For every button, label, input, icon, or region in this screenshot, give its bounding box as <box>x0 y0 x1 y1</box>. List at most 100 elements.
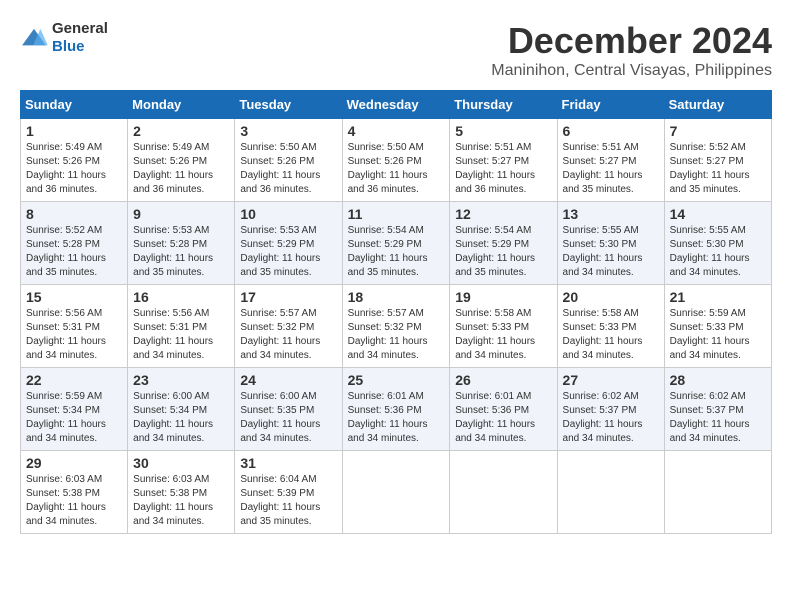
calendar-cell <box>557 451 664 534</box>
weekday-header-tuesday: Tuesday <box>235 91 342 119</box>
calendar-cell: 21 Sunrise: 5:59 AMSunset: 5:33 PMDayligh… <box>664 285 771 368</box>
day-info: Sunrise: 5:52 AMSunset: 5:28 PMDaylight:… <box>26 224 122 280</box>
day-number: 24 <box>240 372 336 388</box>
weekday-header-saturday: Saturday <box>664 91 771 119</box>
day-number: 22 <box>26 372 122 388</box>
calendar-week-2: 8 Sunrise: 5:52 AMSunset: 5:28 PMDaylight… <box>21 202 772 285</box>
calendar-cell: 9Sunrise: 5:53 AMSunset: 5:28 PMDaylight… <box>128 202 235 285</box>
day-info: Sunrise: 5:49 AMSunset: 5:26 PMDaylight:… <box>26 141 122 197</box>
calendar-cell: 17Sunrise: 5:57 AMSunset: 5:32 PMDayligh… <box>235 285 342 368</box>
page-header: General Blue December 2024 Maninihon, Ce… <box>20 20 772 80</box>
calendar-cell: 4 Sunrise: 5:50 AMSunset: 5:26 PMDaylight… <box>342 119 450 202</box>
day-number: 16 <box>133 289 229 305</box>
day-number: 26 <box>455 372 551 388</box>
weekday-header-thursday: Thursday <box>450 91 557 119</box>
calendar-cell: 23 Sunrise: 6:00 AMSunset: 5:34 PMDayligh… <box>128 368 235 451</box>
calendar-cell: 2 Sunrise: 5:49 AMSunset: 5:26 PMDaylight… <box>128 119 235 202</box>
day-info: Sunrise: 5:55 AMSunset: 5:30 PMDaylight:… <box>563 224 659 280</box>
weekday-header-sunday: Sunday <box>21 91 128 119</box>
calendar-cell: 7 Sunrise: 5:52 AMSunset: 5:27 PMDaylight… <box>664 119 771 202</box>
calendar-cell: 29 Sunrise: 6:03 AMSunset: 5:38 PMDayligh… <box>21 451 128 534</box>
day-info: Sunrise: 5:58 AMSunset: 5:33 PMDaylight:… <box>455 307 551 363</box>
day-info: Sunrise: 6:00 AMSunset: 5:34 PMDaylight:… <box>133 390 229 446</box>
calendar-cell: 1 Sunrise: 5:49 AMSunset: 5:26 PMDaylight… <box>21 119 128 202</box>
calendar-cell: 14Sunrise: 5:55 AMSunset: 5:30 PMDayligh… <box>664 202 771 285</box>
day-number: 20 <box>563 289 659 305</box>
day-info: Sunrise: 6:04 AMSunset: 5:39 PMDaylight:… <box>240 473 336 529</box>
calendar-week-1: 1 Sunrise: 5:49 AMSunset: 5:26 PMDaylight… <box>21 119 772 202</box>
day-number: 19 <box>455 289 551 305</box>
day-info: Sunrise: 5:56 AMSunset: 5:31 PMDaylight:… <box>133 307 229 363</box>
day-number: 23 <box>133 372 229 388</box>
location-title: Maninihon, Central Visayas, Philippines <box>491 62 772 80</box>
weekday-header-friday: Friday <box>557 91 664 119</box>
calendar-cell: 15 Sunrise: 5:56 AMSunset: 5:31 PMDayligh… <box>21 285 128 368</box>
day-number: 8 <box>26 206 122 222</box>
day-number: 18 <box>348 289 445 305</box>
logo-blue-text: Blue <box>52 38 85 55</box>
weekday-header-wednesday: Wednesday <box>342 91 450 119</box>
calendar-cell: 12 Sunrise: 5:54 AMSunset: 5:29 PMDayligh… <box>450 202 557 285</box>
calendar-cell: 24 Sunrise: 6:00 AMSunset: 5:35 PMDayligh… <box>235 368 342 451</box>
day-number: 7 <box>670 123 766 139</box>
calendar-cell: 27Sunrise: 6:02 AMSunset: 5:37 PMDayligh… <box>557 368 664 451</box>
calendar-cell: 11 Sunrise: 5:54 AMSunset: 5:29 PMDayligh… <box>342 202 450 285</box>
calendar-cell: 18 Sunrise: 5:57 AMSunset: 5:32 PMDayligh… <box>342 285 450 368</box>
day-info: Sunrise: 5:53 AMSunset: 5:29 PMDaylight:… <box>240 224 336 280</box>
calendar-header-row: SundayMondayTuesdayWednesdayThursdayFrid… <box>21 91 772 119</box>
day-number: 25 <box>348 372 445 388</box>
day-info: Sunrise: 5:54 AMSunset: 5:29 PMDaylight:… <box>455 224 551 280</box>
day-info: Sunrise: 5:49 AMSunset: 5:26 PMDaylight:… <box>133 141 229 197</box>
day-info: Sunrise: 6:00 AMSunset: 5:35 PMDaylight:… <box>240 390 336 446</box>
calendar-cell: 6Sunrise: 5:51 AMSunset: 5:27 PMDaylight… <box>557 119 664 202</box>
day-info: Sunrise: 5:59 AMSunset: 5:34 PMDaylight:… <box>26 390 122 446</box>
day-number: 1 <box>26 123 122 139</box>
day-number: 21 <box>670 289 766 305</box>
calendar-cell: 31 Sunrise: 6:04 AMSunset: 5:39 PMDayligh… <box>235 451 342 534</box>
calendar-cell: 19 Sunrise: 5:58 AMSunset: 5:33 PMDayligh… <box>450 285 557 368</box>
day-info: Sunrise: 5:52 AMSunset: 5:27 PMDaylight:… <box>670 141 766 197</box>
day-info: Sunrise: 5:56 AMSunset: 5:31 PMDaylight:… <box>26 307 122 363</box>
day-number: 2 <box>133 123 229 139</box>
day-info: Sunrise: 6:03 AMSunset: 5:38 PMDaylight:… <box>26 473 122 529</box>
day-number: 14 <box>670 206 766 222</box>
day-info: Sunrise: 5:54 AMSunset: 5:29 PMDaylight:… <box>348 224 445 280</box>
calendar-cell: 10 Sunrise: 5:53 AMSunset: 5:29 PMDayligh… <box>235 202 342 285</box>
calendar-week-3: 15 Sunrise: 5:56 AMSunset: 5:31 PMDayligh… <box>21 285 772 368</box>
calendar-cell: 8 Sunrise: 5:52 AMSunset: 5:28 PMDaylight… <box>21 202 128 285</box>
day-info: Sunrise: 5:51 AMSunset: 5:27 PMDaylight:… <box>455 141 551 197</box>
day-info: Sunrise: 5:59 AMSunset: 5:33 PMDaylight:… <box>670 307 766 363</box>
day-number: 6 <box>563 123 659 139</box>
day-info: Sunrise: 6:01 AMSunset: 5:36 PMDaylight:… <box>455 390 551 446</box>
day-number: 29 <box>26 455 122 471</box>
day-number: 12 <box>455 206 551 222</box>
calendar-cell: 13 Sunrise: 5:55 AMSunset: 5:30 PMDayligh… <box>557 202 664 285</box>
calendar-cell: 25Sunrise: 6:01 AMSunset: 5:36 PMDayligh… <box>342 368 450 451</box>
day-number: 28 <box>670 372 766 388</box>
day-number: 17 <box>240 289 336 305</box>
day-number: 15 <box>26 289 122 305</box>
day-number: 31 <box>240 455 336 471</box>
day-info: Sunrise: 6:03 AMSunset: 5:38 PMDaylight:… <box>133 473 229 529</box>
calendar-cell <box>664 451 771 534</box>
day-number: 13 <box>563 206 659 222</box>
day-info: Sunrise: 5:50 AMSunset: 5:26 PMDaylight:… <box>240 141 336 197</box>
day-info: Sunrise: 5:57 AMSunset: 5:32 PMDaylight:… <box>348 307 445 363</box>
day-info: Sunrise: 5:50 AMSunset: 5:26 PMDaylight:… <box>348 141 445 197</box>
title-area: December 2024 Maninihon, Central Visayas… <box>491 20 772 80</box>
day-number: 10 <box>240 206 336 222</box>
calendar-week-4: 22 Sunrise: 5:59 AMSunset: 5:34 PMDayligh… <box>21 368 772 451</box>
calendar-cell <box>342 451 450 534</box>
day-number: 5 <box>455 123 551 139</box>
calendar-cell: 28 Sunrise: 6:02 AMSunset: 5:37 PMDayligh… <box>664 368 771 451</box>
logo-icon <box>20 27 48 49</box>
calendar-cell <box>450 451 557 534</box>
logo: General Blue <box>20 20 108 56</box>
calendar-table: SundayMondayTuesdayWednesdayThursdayFrid… <box>20 90 772 534</box>
day-number: 11 <box>348 206 445 222</box>
day-info: Sunrise: 6:02 AMSunset: 5:37 PMDaylight:… <box>670 390 766 446</box>
day-number: 9 <box>133 206 229 222</box>
calendar-cell: 5 Sunrise: 5:51 AMSunset: 5:27 PMDaylight… <box>450 119 557 202</box>
day-number: 4 <box>348 123 445 139</box>
day-number: 3 <box>240 123 336 139</box>
